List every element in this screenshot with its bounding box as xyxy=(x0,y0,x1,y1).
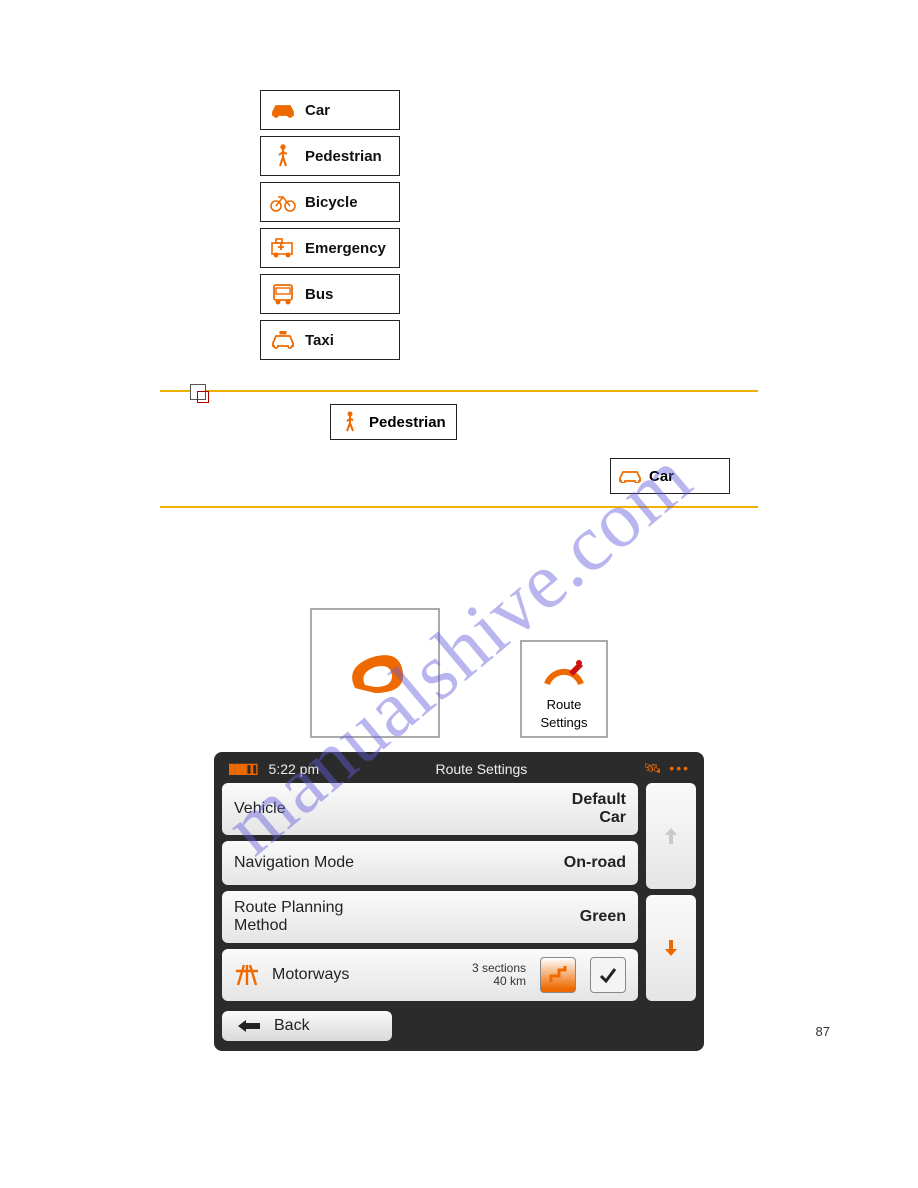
row-label: Navigation Mode xyxy=(234,854,354,872)
row-label: Route Planning Method xyxy=(234,899,343,935)
device-statusbar: ▮▮▮▯▯ 5:22 pm Route Settings 🛰 ••• xyxy=(222,758,696,783)
row-value: On-road xyxy=(564,854,626,872)
app-logo-tile[interactable] xyxy=(310,608,440,738)
motorway-icon xyxy=(234,963,260,987)
bus-icon xyxy=(269,282,297,306)
vehicle-option-pedestrian[interactable]: Pedestrian xyxy=(260,136,400,176)
vehicle-option-emergency[interactable]: Emergency xyxy=(260,228,400,268)
page-number: 87 xyxy=(816,1024,830,1039)
row-label: Vehicle xyxy=(234,800,286,818)
emergency-icon xyxy=(269,236,297,260)
motorways-info: 3 sections 40 km xyxy=(472,962,526,988)
tile-label-line1: Route xyxy=(547,698,582,712)
screen-title: Route Settings xyxy=(435,761,527,777)
scroll-down-button[interactable] xyxy=(646,895,696,1001)
row-value: Green xyxy=(580,908,626,926)
vehicle-label: Pedestrian xyxy=(305,148,382,165)
car-icon xyxy=(617,465,643,487)
inline-pedestrian-button[interactable]: Pedestrian xyxy=(330,404,457,440)
note-block: Pedestrian Car xyxy=(160,390,758,508)
clock-text: 5:22 pm xyxy=(269,761,320,777)
back-label: Back xyxy=(274,1017,310,1035)
route-settings-tile[interactable]: Route Settings xyxy=(520,640,608,738)
vehicle-label: Bus xyxy=(305,286,333,303)
device-screenshot: ▮▮▮▯▯ 5:22 pm Route Settings 🛰 ••• Vehic… xyxy=(214,752,704,1051)
checkbox-button[interactable] xyxy=(590,957,626,993)
arrow-up-icon xyxy=(662,825,680,847)
vehicle-label: Emergency xyxy=(305,240,386,257)
vehicle-option-car[interactable]: Car xyxy=(260,90,400,130)
arrow-left-icon xyxy=(236,1019,262,1033)
vehicle-option-bus[interactable]: Bus xyxy=(260,274,400,314)
vehicle-option-bicycle[interactable]: Bicycle xyxy=(260,182,400,222)
checkmark-icon xyxy=(598,965,618,985)
document-page: Car Pedestrian Bicycle Emergency Bus xyxy=(0,0,918,1091)
taxi-icon xyxy=(269,328,297,352)
vehicle-label: Taxi xyxy=(305,332,334,349)
vehicle-label: Bicycle xyxy=(305,194,358,211)
route-alt-button[interactable] xyxy=(540,957,576,993)
vehicle-option-taxi[interactable]: Taxi xyxy=(260,320,400,360)
app-tiles-row: Route Settings xyxy=(80,608,838,738)
row-route-planning-method[interactable]: Route Planning Method Green xyxy=(222,891,638,943)
pedestrian-icon xyxy=(269,144,297,168)
row-value: Default Car xyxy=(572,791,626,827)
row-motorways[interactable]: Motorways 3 sections 40 km xyxy=(222,949,638,1001)
inline-label: Car xyxy=(649,468,674,485)
row-vehicle[interactable]: Vehicle Default Car xyxy=(222,783,638,835)
note-icon xyxy=(190,384,206,400)
battery-bars-icon: ▮▮▮▯▯ xyxy=(228,760,257,777)
back-button[interactable]: Back xyxy=(222,1011,392,1041)
route-zigzag-icon xyxy=(547,964,569,986)
scroll-up-button[interactable] xyxy=(646,783,696,889)
row-label: Motorways xyxy=(272,966,349,984)
tile-label-line2: Settings xyxy=(541,716,588,730)
pedestrian-icon xyxy=(337,411,363,433)
inline-car-button[interactable]: Car xyxy=(610,458,730,494)
arrow-down-icon xyxy=(662,937,680,959)
vehicle-label: Car xyxy=(305,102,330,119)
wrench-gauge-icon xyxy=(541,654,587,694)
bicycle-icon xyxy=(269,190,297,214)
inline-label: Pedestrian xyxy=(369,414,446,431)
row-navigation-mode[interactable]: Navigation Mode On-road xyxy=(222,841,638,885)
car-icon xyxy=(269,98,297,122)
leaf-logo-icon xyxy=(335,643,415,703)
vehicle-type-list: Car Pedestrian Bicycle Emergency Bus xyxy=(260,90,838,360)
gps-signal-icon: 🛰 ••• xyxy=(644,760,690,777)
